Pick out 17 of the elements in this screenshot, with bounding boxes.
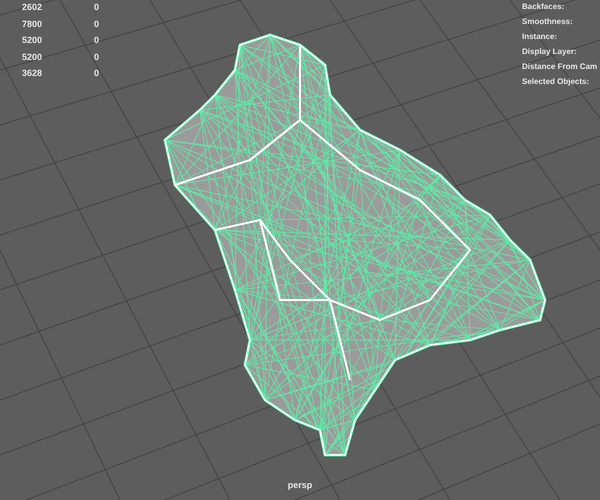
hud-value: 2602 — [22, 1, 44, 14]
hud-label: Smoothness: — [522, 16, 574, 28]
hud-count: 0 — [94, 34, 100, 47]
hud-count: 0 — [94, 50, 100, 64]
hud-value: 7800 — [22, 18, 44, 30]
hud-label: Display Layer: — [522, 46, 578, 58]
hud-count: 0 — [94, 1, 100, 14]
hud-count: 0 — [94, 18, 100, 30]
hud-value: 5200 — [22, 50, 44, 64]
hud-value: 5200 — [22, 34, 44, 47]
hud-label: Selected Objects: — [522, 76, 590, 88]
hud-value: 3628 — [22, 67, 44, 80]
hud-label: Backfaces: — [522, 1, 566, 13]
hud-count: 0 — [94, 67, 100, 80]
hud-label: Distance From Cam — [522, 61, 598, 73]
camera-label: persp — [288, 478, 312, 492]
hud-label: Instance: — [522, 31, 558, 43]
